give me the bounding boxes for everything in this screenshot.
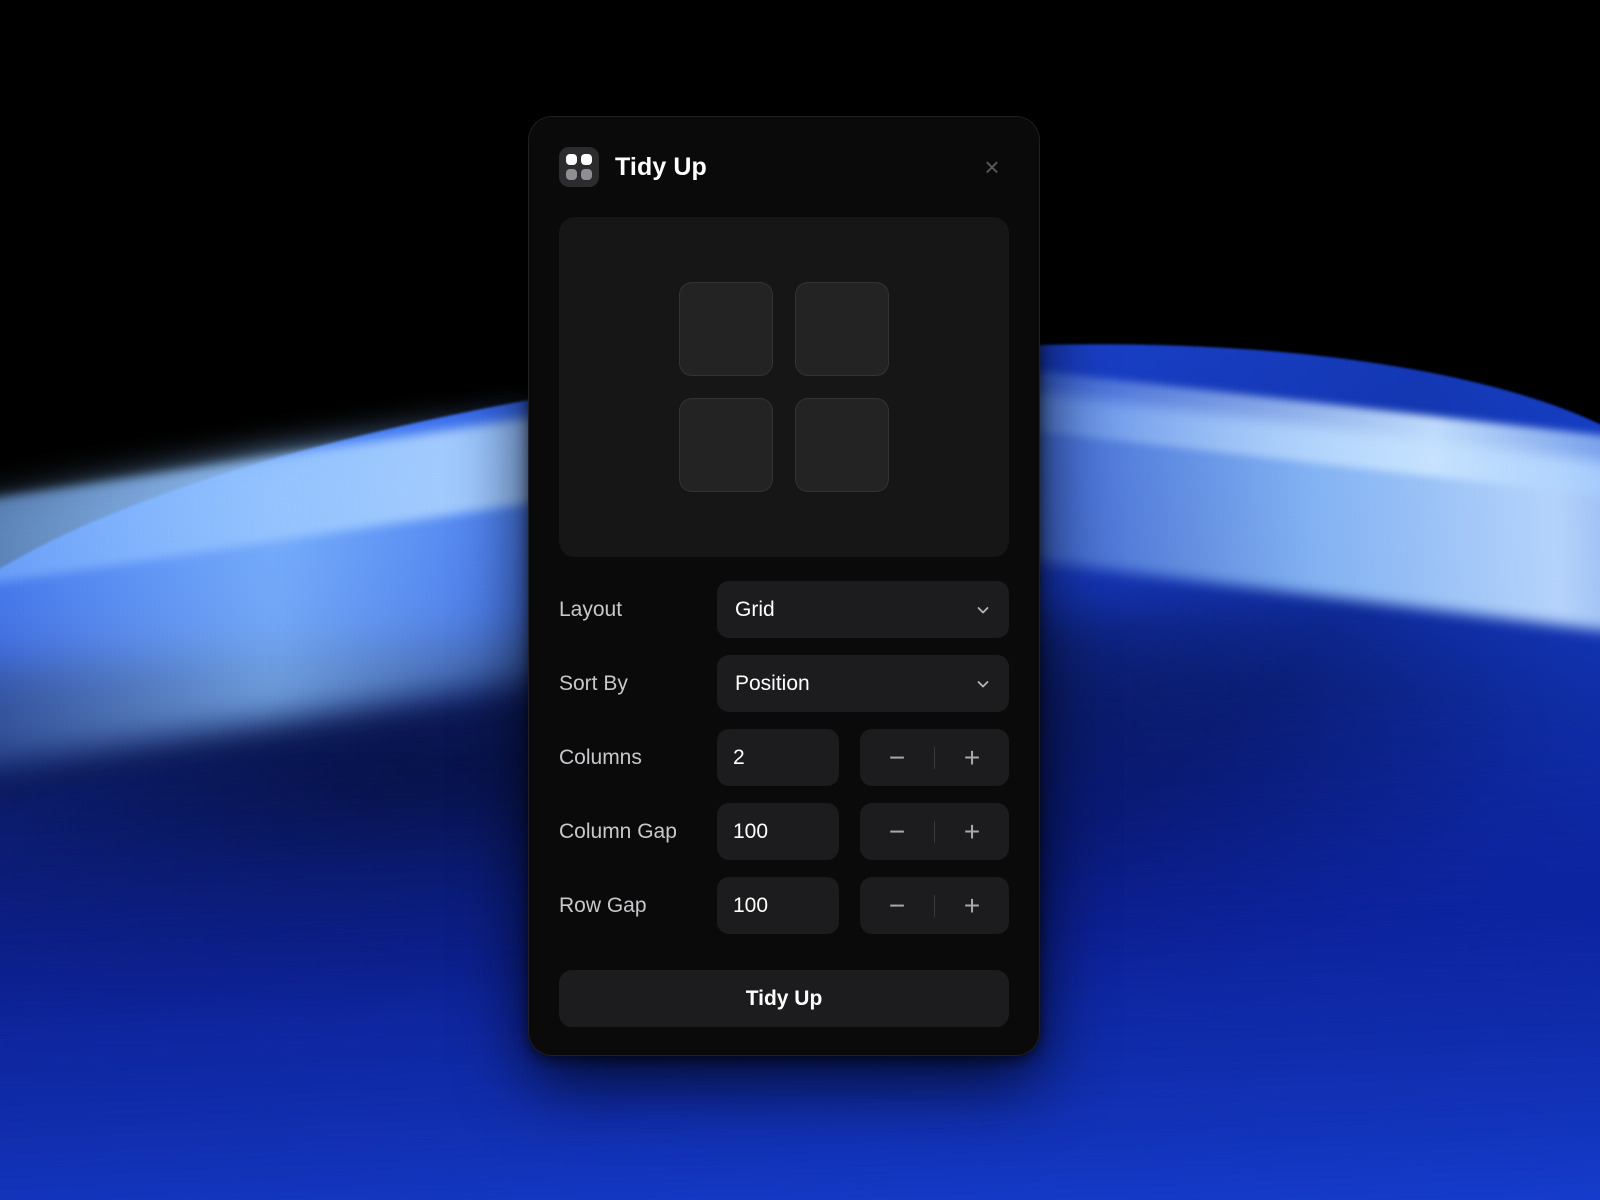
settings-row: Sort By Position: [559, 655, 1009, 712]
row-label: Layout: [559, 598, 717, 622]
select-sort-by[interactable]: Position: [717, 655, 1009, 712]
stepper-columns: −+: [860, 729, 1009, 786]
settings-row: Column Gap100−+: [559, 803, 1009, 860]
layout-preview: [559, 217, 1009, 557]
preview-tile: [795, 282, 889, 376]
row-label: Columns: [559, 746, 717, 770]
chevron-down-icon: [975, 676, 991, 692]
tidy-up-panel: Tidy Up × Layout Grid Sort By Position Colum…: [528, 116, 1040, 1056]
minus-icon[interactable]: −: [860, 803, 934, 860]
preview-grid: [679, 282, 889, 492]
stepper-column-gap: −+: [860, 803, 1009, 860]
preview-tile: [679, 398, 773, 492]
select-layout[interactable]: Grid: [717, 581, 1009, 638]
input-columns[interactable]: 2: [717, 729, 839, 786]
preview-tile: [795, 398, 889, 492]
select-value: Grid: [735, 598, 975, 622]
stepper-row-gap: −+: [860, 877, 1009, 934]
settings-row: Columns2−+: [559, 729, 1009, 786]
input-column-gap[interactable]: 100: [717, 803, 839, 860]
settings-row: Layout Grid: [559, 581, 1009, 638]
row-label: Row Gap: [559, 894, 717, 918]
panel-header: Tidy Up ×: [559, 117, 1009, 217]
minus-icon[interactable]: −: [860, 877, 934, 934]
tidy-up-button[interactable]: Tidy Up: [559, 970, 1009, 1027]
row-label: Column Gap: [559, 820, 717, 844]
grid-2x2-icon: [559, 147, 599, 187]
chevron-down-icon: [975, 602, 991, 618]
page-title: Tidy Up: [615, 153, 959, 182]
plus-icon[interactable]: +: [935, 803, 1009, 860]
settings-rows: LayoutGridSort ByPositionColumns2−+Colum…: [559, 557, 1009, 934]
plus-icon[interactable]: +: [935, 729, 1009, 786]
preview-tile: [679, 282, 773, 376]
action-area: Tidy Up: [559, 970, 1009, 1055]
minus-icon[interactable]: −: [860, 729, 934, 786]
row-label: Sort By: [559, 672, 717, 696]
plus-icon[interactable]: +: [935, 877, 1009, 934]
settings-row: Row Gap100−+: [559, 877, 1009, 934]
select-value: Position: [735, 672, 975, 696]
input-row-gap[interactable]: 100: [717, 877, 839, 934]
close-icon[interactable]: ×: [975, 150, 1009, 184]
